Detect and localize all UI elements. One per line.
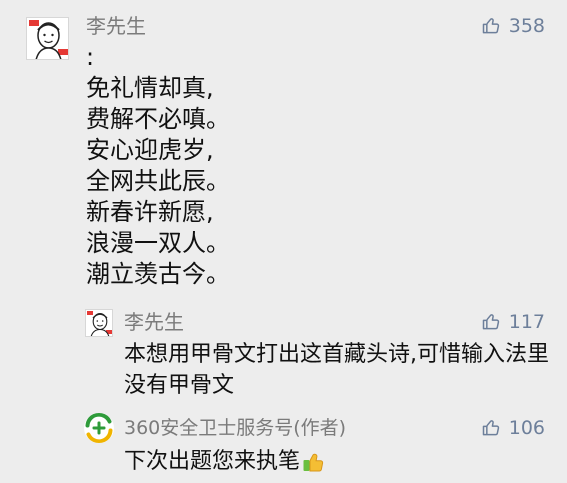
thumbs-up-emoji-icon bbox=[303, 453, 324, 471]
reply-text: 下次出题您来执笔 bbox=[124, 449, 301, 474]
person-avatar-icon bbox=[86, 310, 112, 336]
360-logo-icon bbox=[84, 413, 114, 443]
avatar[interactable] bbox=[85, 309, 113, 337]
like-count: 106 bbox=[508, 417, 545, 439]
like-count: 358 bbox=[508, 15, 545, 37]
thumb-up-icon bbox=[482, 420, 499, 436]
thumb-up-icon bbox=[482, 314, 499, 330]
author-name[interactable]: 李先生 bbox=[86, 14, 146, 38]
avatar[interactable] bbox=[84, 413, 114, 443]
poem-line: 新春许新愿, bbox=[86, 198, 214, 226]
poem-line: : bbox=[86, 43, 95, 71]
author-name[interactable]: 李先生 bbox=[124, 310, 184, 334]
like-button[interactable]: 117 bbox=[481, 310, 545, 334]
author-name[interactable]: 360安全卫士服务号(作者) bbox=[124, 416, 346, 440]
poem-line: 浪漫一双人。 bbox=[86, 229, 230, 257]
poem-line: 全网共此辰。 bbox=[86, 167, 230, 195]
thumbs-up-emoji bbox=[302, 450, 328, 474]
poem-line: 免礼情却真, bbox=[86, 74, 214, 102]
poem-line: 费解不必嗔。 bbox=[86, 105, 230, 133]
like-button[interactable]: 106 bbox=[481, 416, 545, 440]
reply-text: 本想用甲骨文打出这首藏头诗,可惜输入法里没有甲骨文 bbox=[124, 342, 549, 398]
like-count: 117 bbox=[508, 311, 545, 333]
poem-line: 潮立羡古今。 bbox=[86, 260, 230, 288]
avatar[interactable] bbox=[26, 17, 69, 60]
reply-text-with-emoji: 下次出题您来执笔 bbox=[124, 446, 554, 477]
person-avatar-icon bbox=[27, 18, 68, 59]
poem-line: 安心迎虎岁, bbox=[86, 136, 214, 164]
like-button[interactable]: 358 bbox=[481, 14, 545, 38]
thumb-up-icon bbox=[482, 18, 499, 34]
comment-body: : 免礼情却真, 费解不必嗔。 安心迎虎岁, 全网共此辰。 新春许新愿, 浪漫一… bbox=[86, 42, 506, 290]
comment-thread: 李先生 358 : 免礼情却真, 费解不必嗔。 安心迎虎岁, 全网共此辰。 新春… bbox=[0, 0, 567, 483]
